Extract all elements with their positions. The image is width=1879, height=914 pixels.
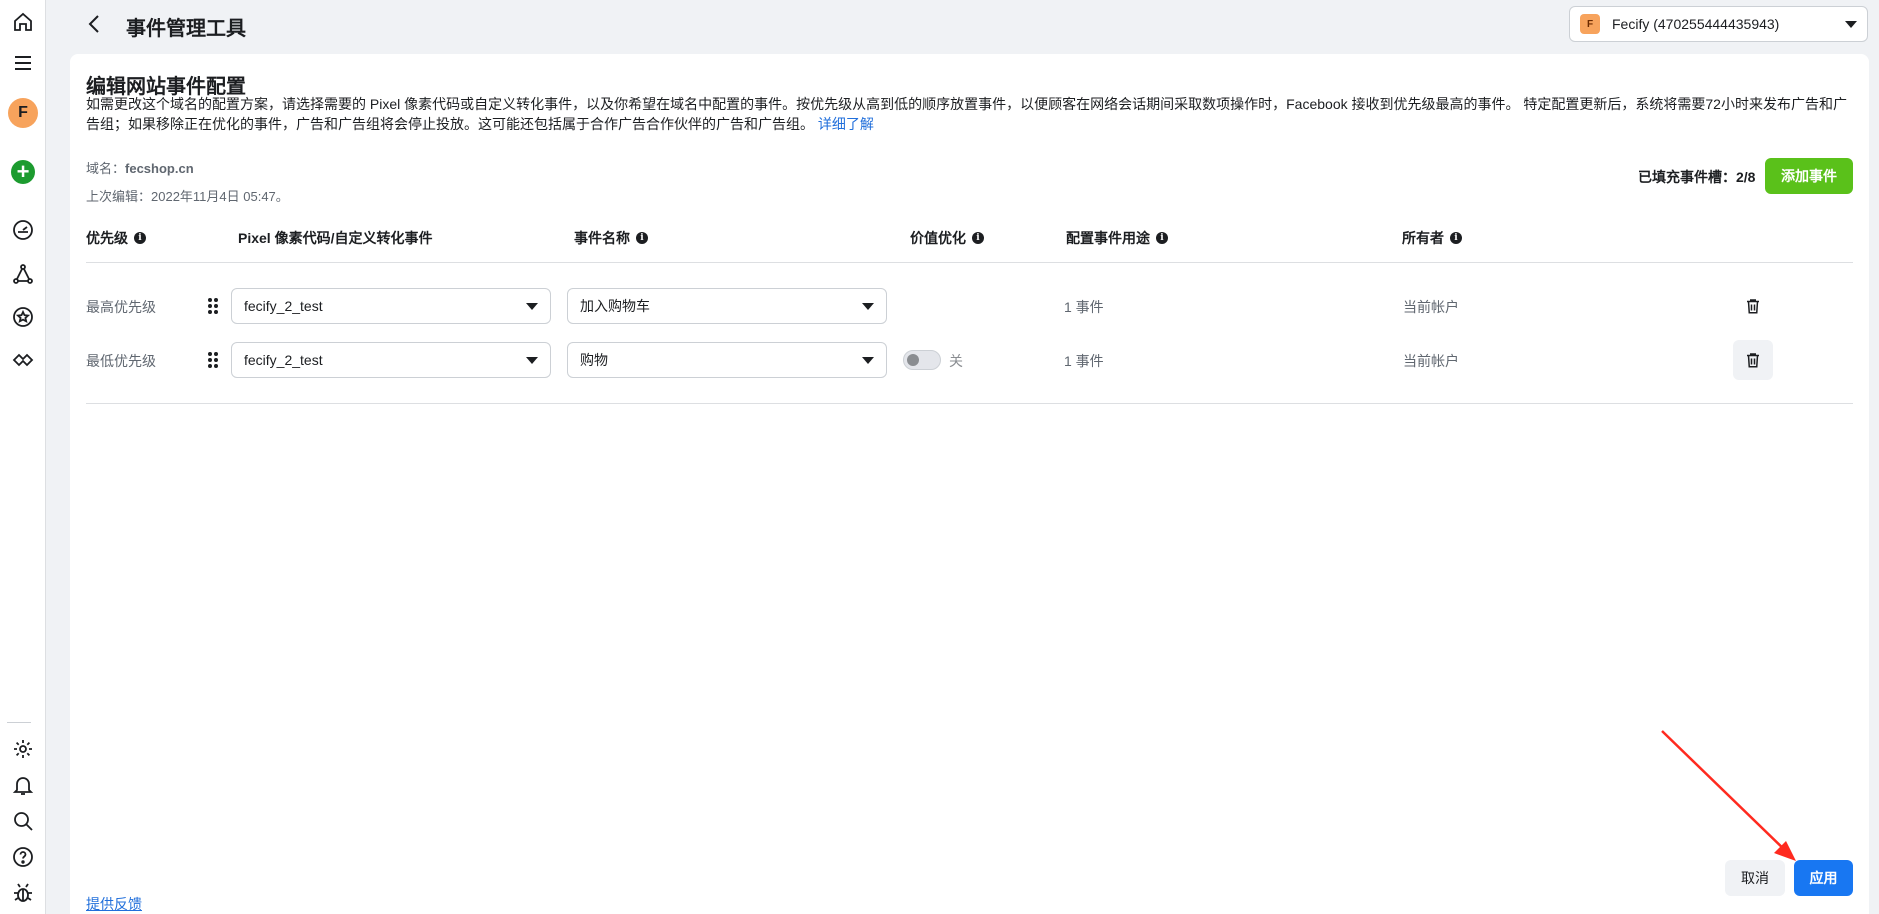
add-icon[interactable]: +: [6, 155, 40, 189]
info-icon[interactable]: i: [972, 232, 984, 244]
column-pixel: Pixel 像素代码/自定义转化事件: [238, 230, 433, 246]
column-usage: 配置事件用途 i: [1066, 228, 1168, 248]
settings-icon[interactable]: [6, 732, 40, 766]
chevron-down-icon: [526, 302, 538, 310]
avatar[interactable]: F: [6, 96, 40, 130]
trash-icon: [1747, 353, 1759, 368]
usage-value: 1 事件: [1064, 299, 1104, 315]
priority-label: 最低优先级: [86, 353, 156, 369]
column-owner: 所有者 i: [1402, 228, 1462, 248]
table-header: 优先级 i Pixel 像素代码/自定义转化事件 事件名称 i 价值优化 i 配置事件…: [70, 228, 1869, 250]
table-row: 最低优先级 fecify_2_test 购物 关 1 事件 当前帐户: [70, 340, 1869, 380]
partner-icon[interactable]: [6, 343, 40, 377]
delete-button[interactable]: [1733, 340, 1773, 380]
main-card: 编辑网站事件配置 如需更改这个域名的配置方案，请选择需要的 Pixel 像素代码…: [70, 54, 1869, 914]
apply-button[interactable]: 应用: [1794, 860, 1853, 896]
pixel-select[interactable]: fecify_2_test: [231, 342, 551, 378]
domain-info: 域名：fecshop.cn: [86, 161, 194, 176]
page-description: 如需更改这个域名的配置方案，请选择需要的 Pixel 像素代码或自定义转化事件，…: [86, 96, 1847, 132]
trash-icon: [1747, 299, 1759, 314]
delete-button[interactable]: [1733, 286, 1773, 326]
left-rail: F +: [0, 0, 46, 914]
last-edit: 上次编辑：2022年11月4日 05:47。: [86, 189, 289, 204]
header-title: 事件管理工具: [126, 18, 246, 40]
table-row: 最高优先级 fecify_2_test 加入购物车 1 事件 当前帐户: [70, 288, 1869, 324]
account-name: Fecify (470255444435943): [1612, 16, 1780, 32]
toggle-label: 关: [949, 353, 963, 369]
table-divider: [86, 262, 1853, 263]
chevron-left-icon: [88, 15, 99, 33]
learn-more-link[interactable]: 详细了解: [818, 116, 874, 132]
add-event-button[interactable]: 添加事件: [1765, 158, 1853, 194]
owner-value: 当前帐户: [1403, 299, 1459, 315]
value-optimization-toggle[interactable]: [903, 350, 941, 370]
chevron-down-icon: [862, 356, 874, 364]
table-bottom-divider: [86, 403, 1853, 404]
graph-icon[interactable]: [6, 257, 40, 291]
search-icon[interactable]: [6, 804, 40, 838]
info-icon[interactable]: i: [1450, 232, 1462, 244]
event-select[interactable]: 购物: [567, 342, 887, 378]
chevron-down-icon: [862, 302, 874, 310]
rail-divider: [7, 722, 31, 723]
slots-count: 已填充事件槽：2/8: [1638, 169, 1756, 185]
chevron-down-icon: [526, 356, 538, 364]
pixel-select[interactable]: fecify_2_test: [231, 288, 551, 324]
drag-handle-icon[interactable]: [208, 352, 218, 368]
account-badge: F: [1580, 14, 1600, 34]
star-icon[interactable]: [6, 300, 40, 334]
column-priority: 优先级 i: [86, 228, 146, 248]
owner-value: 当前帐户: [1403, 353, 1459, 369]
domain-value: fecshop.cn: [125, 161, 194, 176]
menu-icon[interactable]: [6, 46, 40, 80]
feedback-link[interactable]: 提供反馈: [86, 894, 142, 914]
info-icon[interactable]: i: [636, 232, 648, 244]
priority-label: 最高优先级: [86, 299, 156, 315]
account-select[interactable]: F Fecify (470255444435943): [1569, 6, 1868, 42]
dashboard-icon[interactable]: [6, 213, 40, 247]
chevron-down-icon: [1845, 20, 1857, 28]
info-icon[interactable]: i: [134, 232, 146, 244]
column-value-optimization: 价值优化 i: [910, 228, 984, 248]
info-icon[interactable]: i: [1156, 232, 1168, 244]
usage-value: 1 事件: [1064, 353, 1104, 369]
back-button[interactable]: [82, 12, 106, 36]
cancel-button[interactable]: 取消: [1725, 860, 1785, 896]
bug-icon[interactable]: [6, 876, 40, 910]
home-icon[interactable]: [6, 5, 40, 39]
event-select[interactable]: 加入购物车: [567, 288, 887, 324]
bell-icon[interactable]: [6, 768, 40, 802]
help-icon[interactable]: [6, 840, 40, 874]
annotation-arrow-icon: [1661, 730, 1796, 861]
column-event-name: 事件名称 i: [574, 228, 648, 248]
drag-handle-icon[interactable]: [208, 298, 218, 314]
